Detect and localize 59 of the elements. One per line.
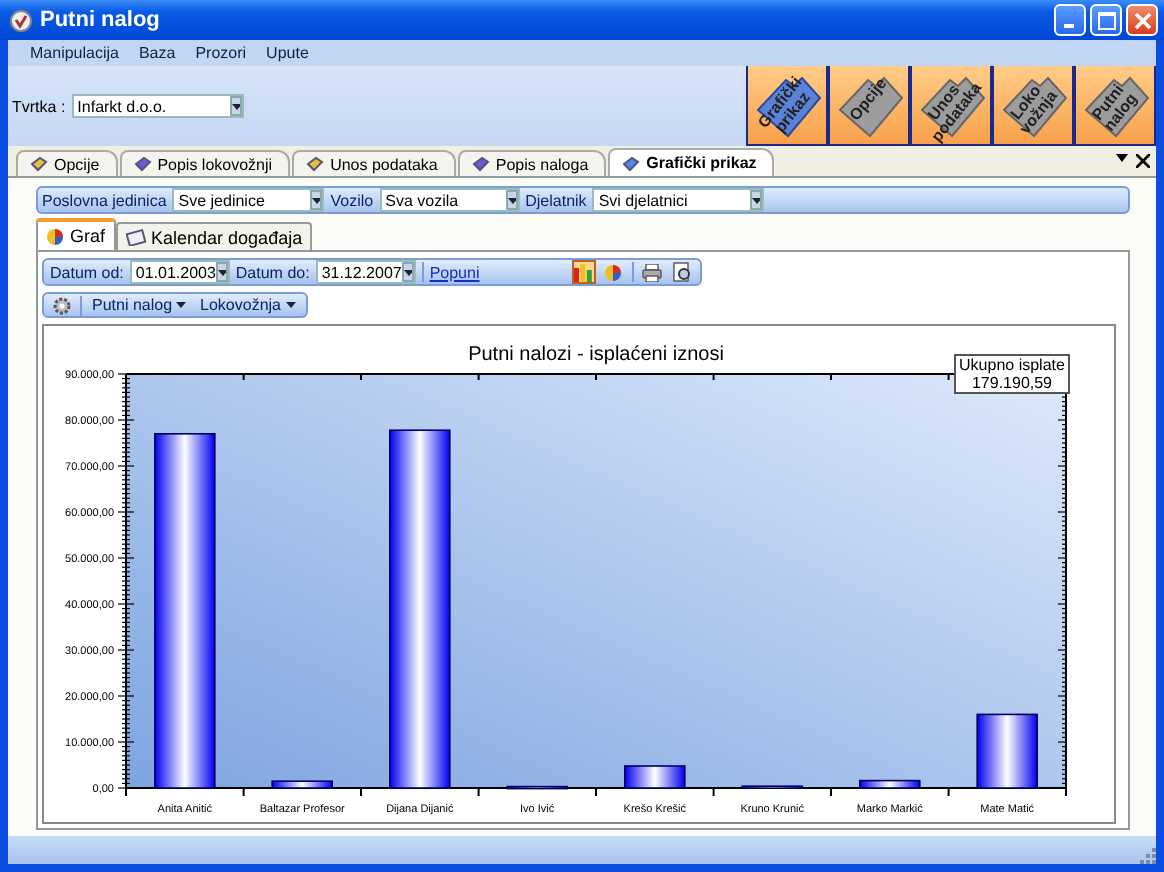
menu-button[interactable]: Putni nalog [88, 296, 191, 314]
pie-chart-icon [46, 227, 64, 245]
tab[interactable]: Popis lokovožnji [119, 150, 291, 176]
menu-item[interactable]: Prozori [185, 44, 257, 62]
bar [506, 785, 568, 790]
total-value: 179.190,59 [971, 374, 1053, 392]
tab[interactable]: Opcije [16, 150, 118, 176]
print-button[interactable] [639, 260, 664, 284]
app-icon [10, 9, 32, 31]
field-label: Poslovna jedinica [42, 191, 167, 209]
menu-item[interactable]: Upute [256, 44, 319, 62]
dropdown-button[interactable] [401, 262, 414, 282]
date-field[interactable]: 01.01.2003 [129, 260, 230, 284]
chart-title: Putni nalozi - isplaćeni iznosi [468, 344, 724, 366]
dropdown-button[interactable] [505, 190, 518, 210]
dropdown-arrow-icon[interactable] [1116, 154, 1128, 162]
window-title: Putni nalog [40, 8, 162, 32]
field-label: Datum od: [50, 263, 124, 281]
field-label: Tvrtka : [12, 97, 66, 115]
settings-button[interactable] [50, 293, 74, 317]
fill-link[interactable]: Popuni [429, 263, 480, 281]
maximize-icon [1097, 11, 1115, 29]
tab[interactable]: Graf [36, 218, 116, 250]
bar [271, 780, 333, 789]
close-icon[interactable] [1136, 154, 1150, 168]
bar [976, 713, 1038, 789]
dropdown-button[interactable] [310, 190, 323, 210]
filter-dropdown[interactable]: Svi djelatnici [592, 188, 765, 212]
filter-dropdown[interactable]: Sve jedinice [172, 188, 325, 212]
total-label: Ukupno isplate [959, 356, 1065, 374]
tab[interactable]: Kalendar događaja [115, 222, 313, 250]
caret-icon [176, 302, 187, 308]
close-button[interactable] [1126, 4, 1158, 36]
maximize-button[interactable] [1090, 4, 1122, 36]
field-label: Datum do: [235, 263, 310, 281]
date-field[interactable]: 31.12.2007 [315, 260, 416, 284]
company-dropdown[interactable]: Infarkt d.o.o. [71, 94, 244, 118]
menu-button[interactable]: Lokovožnja [196, 296, 300, 314]
dropdown-button[interactable] [215, 262, 228, 282]
tab[interactable]: Grafički prikaz [608, 148, 775, 176]
menu-item[interactable]: Baza [128, 44, 186, 62]
dropdown-button[interactable] [229, 96, 242, 116]
menu-item[interactable]: Manipulacija [20, 44, 129, 62]
tab[interactable]: Popis naloga [457, 150, 607, 176]
tab[interactable]: Unos podataka [292, 150, 456, 176]
close-icon [1133, 11, 1151, 29]
minimize-button[interactable] [1054, 4, 1086, 36]
dropdown-button[interactable] [750, 190, 763, 210]
bar [624, 765, 686, 789]
print-preview-button[interactable] [669, 260, 694, 284]
bar-chart-button[interactable] [571, 260, 596, 284]
filter-dropdown[interactable]: Sva vozila [379, 188, 520, 212]
field-label: Vozilo [330, 191, 374, 209]
resize-grip-icon[interactable] [1138, 846, 1156, 864]
bar [859, 779, 921, 789]
field-label: Djelatnik [525, 191, 587, 209]
pie-chart-button[interactable] [601, 260, 626, 284]
caret-icon [285, 302, 296, 308]
calendar-icon [125, 228, 146, 246]
